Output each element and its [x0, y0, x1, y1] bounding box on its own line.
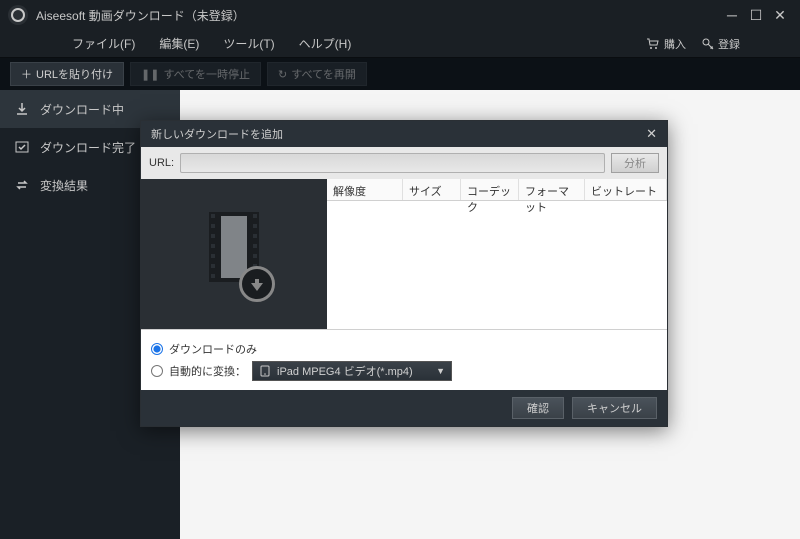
sidebar-item-label: ダウンロード完了: [40, 139, 136, 156]
download-only-radio[interactable]: [151, 343, 163, 355]
register-label: 登録: [718, 36, 740, 52]
col-size: サイズ: [403, 179, 461, 200]
convert-icon: [14, 177, 30, 193]
menu-file[interactable]: ファイル(F): [60, 35, 147, 52]
format-list: 解像度 サイズ コーデック フォーマット ビットレート: [327, 179, 667, 329]
register-button[interactable]: 登録: [702, 36, 740, 52]
toolbar: ＋ URLを貼り付け ❚❚ すべてを一時停止 ↻ すべてを再開: [0, 58, 800, 90]
url-input[interactable]: [180, 153, 605, 173]
dialog-body: 解像度 サイズ コーデック フォーマット ビットレート: [141, 179, 667, 329]
col-format: フォーマット: [519, 179, 585, 200]
check-list-icon: [14, 139, 30, 155]
resume-all-button[interactable]: ↻ すべてを再開: [267, 62, 367, 86]
format-select[interactable]: iPad MPEG4 ビデオ(*.mp4) ▼: [252, 361, 452, 381]
menubar: ファイル(F) 編集(E) ツール(T) ヘルプ(H) 購入 登録: [0, 30, 800, 58]
auto-convert-label: 自動的に変換：: [169, 363, 246, 379]
analyze-button[interactable]: 分析: [611, 153, 659, 173]
paste-url-label: URLを貼り付け: [36, 66, 113, 82]
add-download-dialog: 新しいダウンロードを追加 ✕ URL: 分析 解像度 サイズ コーデック フォー…: [140, 120, 668, 427]
ok-button[interactable]: 確認: [512, 397, 564, 419]
thumbnail-area: [141, 179, 327, 329]
app-logo-icon: [8, 5, 28, 25]
menu-edit[interactable]: 編集(E): [147, 35, 211, 52]
app-title: Aiseesoft 動画ダウンロード（未登録）: [36, 7, 245, 24]
download-icon: [14, 101, 30, 117]
resume-all-label: すべてを再開: [291, 66, 356, 82]
dialog-titlebar: 新しいダウンロードを追加 ✕: [141, 121, 667, 147]
menu-help[interactable]: ヘルプ(H): [287, 35, 364, 52]
url-row: URL: 分析: [141, 147, 667, 179]
titlebar: Aiseesoft 動画ダウンロード（未登録） ─ ☐ ✕: [0, 0, 800, 30]
sidebar-item-label: ダウンロード中: [40, 101, 124, 118]
cart-icon: [646, 38, 660, 50]
chevron-down-icon: ▼: [436, 366, 445, 376]
format-selected-label: iPad MPEG4 ビデオ(*.mp4): [277, 363, 413, 379]
dialog-footer: 確認 キャンセル: [141, 390, 667, 426]
pause-icon: ❚❚: [141, 68, 159, 81]
menu-tools[interactable]: ツール(T): [211, 35, 286, 52]
refresh-icon: ↻: [278, 68, 287, 81]
col-resolution: 解像度: [327, 179, 403, 200]
device-icon: [259, 365, 271, 377]
cancel-button[interactable]: キャンセル: [572, 397, 657, 419]
maximize-button[interactable]: ☐: [744, 6, 768, 24]
list-header: 解像度 サイズ コーデック フォーマット ビットレート: [327, 179, 667, 201]
minimize-button[interactable]: ─: [720, 6, 744, 24]
url-label: URL:: [149, 157, 174, 169]
dialog-title: 新しいダウンロードを追加: [151, 126, 283, 142]
paste-url-button[interactable]: ＋ URLを貼り付け: [10, 62, 124, 86]
sidebar-item-label: 変換結果: [40, 177, 88, 194]
pause-all-button[interactable]: ❚❚ すべてを一時停止: [130, 62, 261, 86]
col-bitrate: ビットレート: [585, 179, 667, 200]
key-icon: [702, 38, 714, 50]
auto-convert-radio[interactable]: [151, 365, 163, 377]
dialog-options: ダウンロードのみ 自動的に変換： iPad MPEG4 ビデオ(*.mp4) ▼: [141, 329, 667, 390]
pause-all-label: すべてを一時停止: [163, 66, 250, 82]
col-codec: コーデック: [461, 179, 519, 200]
film-download-icon: [199, 212, 269, 296]
buy-label: 購入: [664, 36, 686, 52]
close-button[interactable]: ✕: [768, 6, 792, 24]
download-only-label: ダウンロードのみ: [169, 341, 257, 357]
buy-button[interactable]: 購入: [646, 36, 686, 52]
dialog-close-button[interactable]: ✕: [646, 126, 657, 142]
plus-icon: ＋: [21, 66, 32, 82]
